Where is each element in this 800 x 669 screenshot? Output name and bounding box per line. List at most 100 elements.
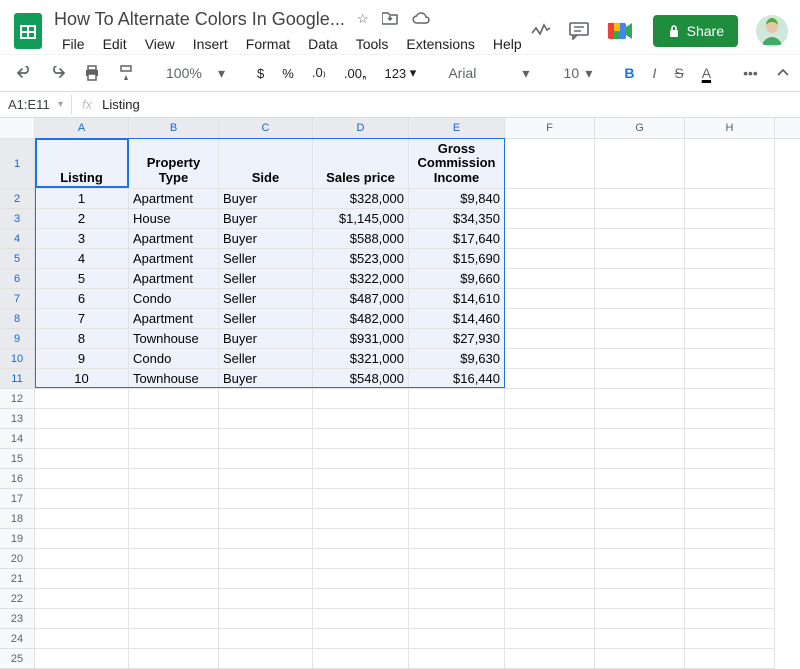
cell[interactable]: $16,440 bbox=[409, 369, 505, 389]
cell[interactable]: Condo bbox=[129, 289, 219, 309]
cell[interactable]: Listing bbox=[35, 139, 129, 189]
cell[interactable]: 8 bbox=[35, 329, 129, 349]
cell[interactable] bbox=[219, 489, 313, 509]
cell[interactable] bbox=[35, 469, 129, 489]
cell[interactable] bbox=[35, 629, 129, 649]
font-size-select[interactable]: 10▾ bbox=[555, 61, 598, 86]
cell[interactable] bbox=[313, 429, 409, 449]
row-header-7[interactable]: 7 bbox=[0, 289, 35, 309]
cell[interactable] bbox=[313, 489, 409, 509]
cell[interactable] bbox=[409, 589, 505, 609]
cell[interactable] bbox=[35, 549, 129, 569]
cell[interactable] bbox=[129, 389, 219, 409]
increase-decimal-button[interactable]: .00₏ bbox=[338, 61, 373, 85]
cell[interactable] bbox=[313, 409, 409, 429]
col-header-B[interactable]: B bbox=[129, 118, 219, 138]
cell[interactable] bbox=[595, 569, 685, 589]
cell[interactable] bbox=[409, 469, 505, 489]
cell[interactable] bbox=[685, 549, 775, 569]
cell[interactable] bbox=[219, 569, 313, 589]
cell[interactable]: $931,000 bbox=[313, 329, 409, 349]
paint-format-button[interactable] bbox=[112, 61, 140, 85]
cell[interactable] bbox=[409, 429, 505, 449]
cell[interactable]: $9,660 bbox=[409, 269, 505, 289]
cell[interactable] bbox=[505, 369, 595, 389]
cell[interactable] bbox=[505, 309, 595, 329]
cell[interactable] bbox=[313, 529, 409, 549]
row-header-22[interactable]: 22 bbox=[0, 589, 35, 609]
cell[interactable]: Side bbox=[219, 139, 313, 189]
cell[interactable] bbox=[685, 449, 775, 469]
cell[interactable] bbox=[595, 629, 685, 649]
cell[interactable]: $15,690 bbox=[409, 249, 505, 269]
cell[interactable] bbox=[505, 609, 595, 629]
cell[interactable] bbox=[685, 409, 775, 429]
cell[interactable] bbox=[595, 449, 685, 469]
formula-input[interactable]: Listing bbox=[102, 97, 140, 112]
text-color-button[interactable]: A bbox=[696, 61, 717, 86]
cell[interactable] bbox=[595, 269, 685, 289]
cell[interactable]: Apartment bbox=[129, 229, 219, 249]
star-icon[interactable]: ☆ bbox=[357, 11, 369, 27]
cell[interactable]: $9,630 bbox=[409, 349, 505, 369]
col-header-D[interactable]: D bbox=[313, 118, 409, 138]
cell[interactable] bbox=[685, 429, 775, 449]
cell[interactable] bbox=[505, 509, 595, 529]
cell[interactable] bbox=[595, 369, 685, 389]
menu-help[interactable]: Help bbox=[485, 34, 530, 54]
menu-extensions[interactable]: Extensions bbox=[398, 34, 482, 54]
move-icon[interactable] bbox=[382, 11, 398, 27]
cell[interactable] bbox=[409, 509, 505, 529]
cell[interactable] bbox=[129, 609, 219, 629]
cell[interactable] bbox=[35, 589, 129, 609]
strikethrough-button[interactable]: S bbox=[668, 61, 689, 85]
row-header-19[interactable]: 19 bbox=[0, 529, 35, 549]
row-header-25[interactable]: 25 bbox=[0, 649, 35, 669]
cell[interactable]: $588,000 bbox=[313, 229, 409, 249]
cell[interactable] bbox=[685, 629, 775, 649]
cell[interactable] bbox=[505, 269, 595, 289]
menu-data[interactable]: Data bbox=[300, 34, 346, 54]
cell[interactable]: Seller bbox=[219, 349, 313, 369]
row-header-11[interactable]: 11 bbox=[0, 369, 35, 389]
cell[interactable] bbox=[595, 649, 685, 669]
cell[interactable] bbox=[219, 449, 313, 469]
cell[interactable] bbox=[595, 589, 685, 609]
col-header-E[interactable]: E bbox=[409, 118, 505, 138]
cell[interactable]: Seller bbox=[219, 249, 313, 269]
cell[interactable] bbox=[595, 389, 685, 409]
cell[interactable] bbox=[685, 649, 775, 669]
cell[interactable] bbox=[595, 249, 685, 269]
redo-button[interactable] bbox=[44, 62, 72, 84]
decrease-decimal-button[interactable]: .0₎ bbox=[306, 61, 332, 85]
toolbar-more-button[interactable]: ••• bbox=[737, 61, 764, 85]
cell[interactable] bbox=[685, 509, 775, 529]
cloud-status-icon[interactable] bbox=[412, 11, 430, 27]
cell[interactable]: Apartment bbox=[129, 189, 219, 209]
row-header-12[interactable]: 12 bbox=[0, 389, 35, 409]
cell[interactable] bbox=[35, 449, 129, 469]
cell[interactable] bbox=[685, 609, 775, 629]
cell[interactable] bbox=[685, 209, 775, 229]
row-header-9[interactable]: 9 bbox=[0, 329, 35, 349]
cell[interactable] bbox=[409, 549, 505, 569]
row-header-21[interactable]: 21 bbox=[0, 569, 35, 589]
cell[interactable] bbox=[313, 609, 409, 629]
cell[interactable]: Townhouse bbox=[129, 329, 219, 349]
col-header-G[interactable]: G bbox=[595, 118, 685, 138]
cell[interactable] bbox=[409, 529, 505, 549]
row-header-1[interactable]: 1 bbox=[0, 139, 35, 189]
cell[interactable]: 9 bbox=[35, 349, 129, 369]
cell[interactable] bbox=[595, 509, 685, 529]
cell[interactable] bbox=[685, 269, 775, 289]
cell[interactable] bbox=[505, 249, 595, 269]
cell[interactable] bbox=[129, 529, 219, 549]
cell[interactable] bbox=[129, 589, 219, 609]
cell[interactable] bbox=[505, 429, 595, 449]
cell[interactable] bbox=[219, 429, 313, 449]
format-percent-button[interactable]: % bbox=[276, 62, 300, 85]
cell[interactable]: Buyer bbox=[219, 189, 313, 209]
cell[interactable] bbox=[129, 489, 219, 509]
cell[interactable]: Seller bbox=[219, 269, 313, 289]
menu-insert[interactable]: Insert bbox=[185, 34, 236, 54]
